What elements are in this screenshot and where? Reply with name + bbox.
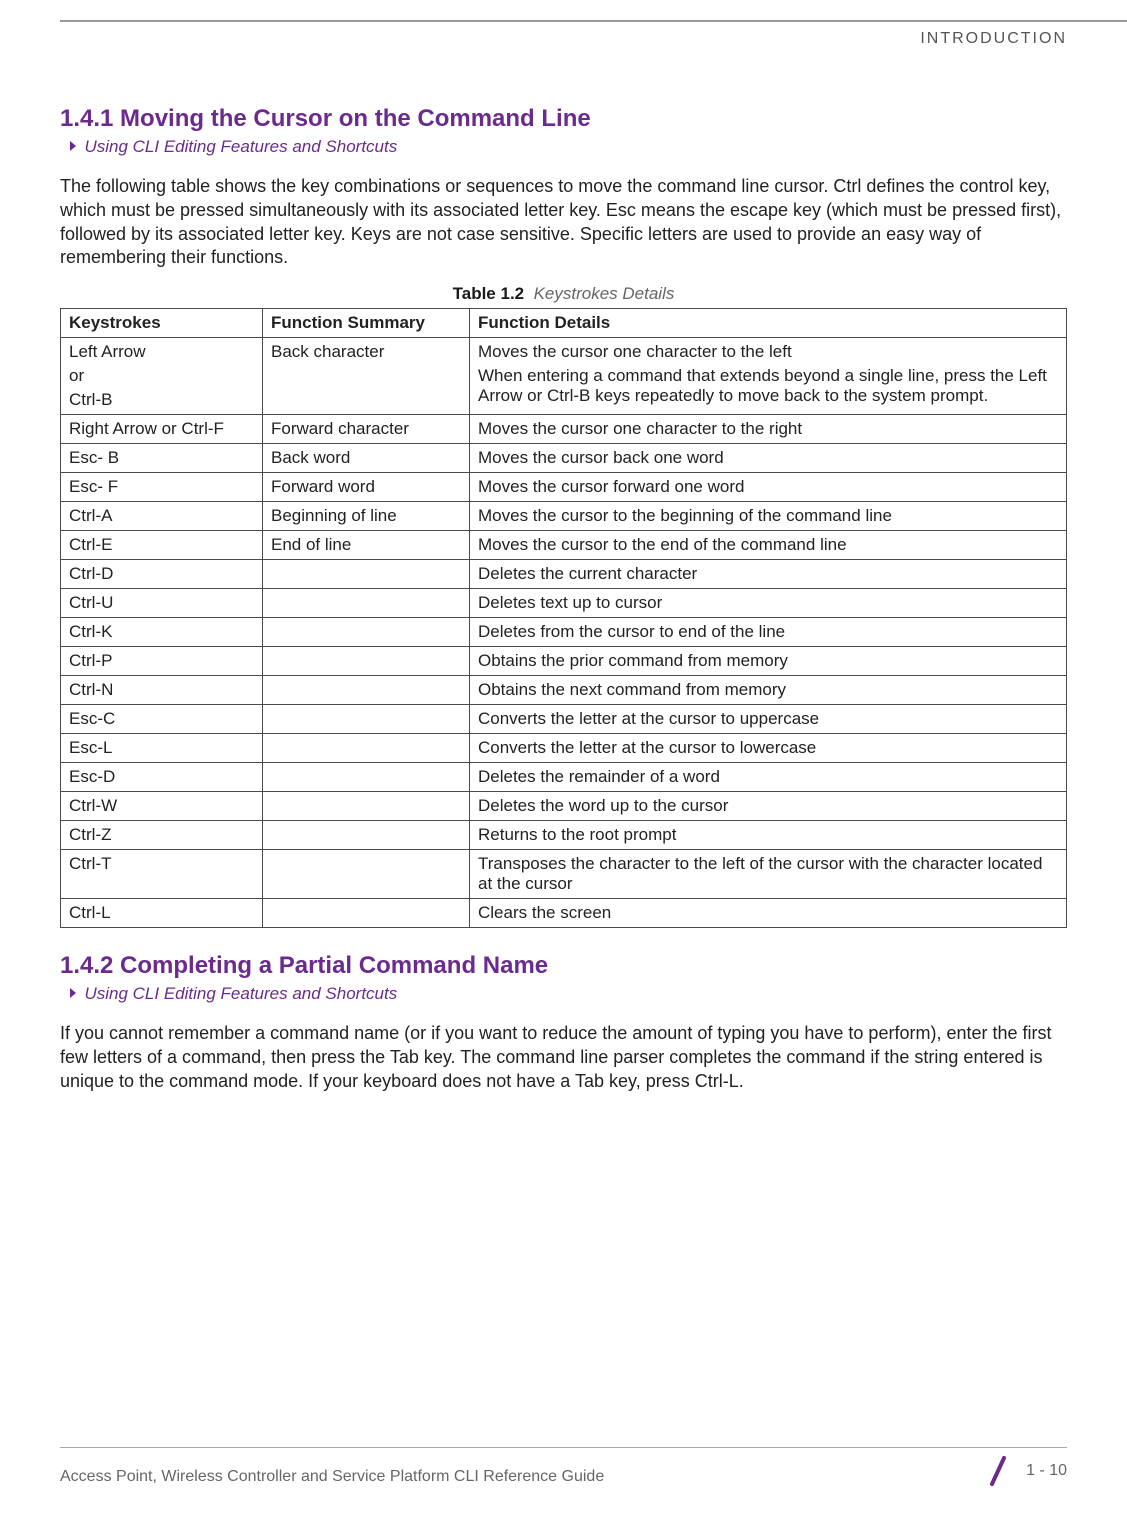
cell-keystrokes: Ctrl-K xyxy=(61,618,263,647)
cell-summary xyxy=(263,763,470,792)
table-caption-title: Keystrokes Details xyxy=(534,284,675,303)
cell-summary xyxy=(263,821,470,850)
cell-summary xyxy=(263,899,470,928)
cell-keystrokes: Ctrl-W xyxy=(61,792,263,821)
cell-details: Moves the cursor to the end of the comma… xyxy=(470,531,1067,560)
cell-summary: Forward word xyxy=(263,473,470,502)
cell-summary xyxy=(263,792,470,821)
table-row: Ctrl-U Deletes text up to cursor xyxy=(61,589,1067,618)
table-row: Ctrl-Z Returns to the root prompt xyxy=(61,821,1067,850)
col-header-summary: Function Summary xyxy=(263,309,470,338)
cell-keystrokes: Esc- F xyxy=(61,473,263,502)
cell-summary xyxy=(263,850,470,899)
cell-details: Deletes the current character xyxy=(470,560,1067,589)
breadcrumb-141: Using CLI Editing Features and Shortcuts xyxy=(70,137,1067,157)
cell-summary xyxy=(263,676,470,705)
col-header-details: Function Details xyxy=(470,309,1067,338)
cell-details: Returns to the root prompt xyxy=(470,821,1067,850)
breadcrumb-text[interactable]: Using CLI Editing Features and Shortcuts xyxy=(84,984,397,1003)
cell-summary xyxy=(263,560,470,589)
cell-keystrokes: Ctrl-A xyxy=(61,502,263,531)
cell-details: Moves the cursor to the beginning of the… xyxy=(470,502,1067,531)
cell-details: Moves the cursor one character to the ri… xyxy=(470,415,1067,444)
table-row: Esc-L Converts the letter at the cursor … xyxy=(61,734,1067,763)
running-header: INTRODUCTION xyxy=(920,30,1067,48)
cell-keystrokes: Ctrl-E xyxy=(61,531,263,560)
cell-keystrokes: Esc-L xyxy=(61,734,263,763)
paragraph-141: The following table shows the key combin… xyxy=(60,175,1067,270)
footer-rule xyxy=(60,1447,1067,1448)
arrow-right-icon xyxy=(70,988,76,998)
cell-keystrokes: Ctrl-P xyxy=(61,647,263,676)
cell-summary: End of line xyxy=(263,531,470,560)
heading-141: 1.4.1 Moving the Cursor on the Command L… xyxy=(60,105,1067,133)
cell-details: Moves the cursor back one word xyxy=(470,444,1067,473)
table-row: Left Arrow or Ctrl-B Back character Move… xyxy=(61,338,1067,415)
cell-keystrokes: Ctrl-T xyxy=(61,850,263,899)
cell-details: Deletes from the cursor to end of the li… xyxy=(470,618,1067,647)
heading-142: 1.4.2 Completing a Partial Command Name xyxy=(60,952,1067,980)
header-rule xyxy=(60,20,1127,22)
document-page: INTRODUCTION 1.4.1 Moving the Cursor on … xyxy=(0,0,1127,1516)
table-row: Ctrl-T Transposes the character to the l… xyxy=(61,850,1067,899)
paragraph-142: If you cannot remember a command name (o… xyxy=(60,1022,1067,1093)
table-row: Esc- F Forward word Moves the cursor for… xyxy=(61,473,1067,502)
table-header-row: Keystrokes Function Summary Function Det… xyxy=(61,309,1067,338)
cell-keystrokes: Ctrl-D xyxy=(61,560,263,589)
cell-summary: Back word xyxy=(263,444,470,473)
cell-summary: Forward character xyxy=(263,415,470,444)
table-row: Esc- B Back word Moves the cursor back o… xyxy=(61,444,1067,473)
arrow-right-icon xyxy=(70,141,76,151)
cell-details: Converts the letter at the cursor to upp… xyxy=(470,705,1067,734)
cell-keystrokes: Ctrl-Z xyxy=(61,821,263,850)
cell-details: Deletes the word up to the cursor xyxy=(470,792,1067,821)
table-caption: Table 1.2 Keystrokes Details xyxy=(60,284,1067,304)
table-row: Ctrl-L Clears the screen xyxy=(61,899,1067,928)
table-row: Ctrl-E End of line Moves the cursor to t… xyxy=(61,531,1067,560)
footer-title: Access Point, Wireless Controller and Se… xyxy=(60,1468,604,1486)
cell-details: Moves the cursor forward one word xyxy=(470,473,1067,502)
table-row: Ctrl-P Obtains the prior command from me… xyxy=(61,647,1067,676)
cell-details: Converts the letter at the cursor to low… xyxy=(470,734,1067,763)
table-row: Ctrl-N Obtains the next command from mem… xyxy=(61,676,1067,705)
table-row: Esc-D Deletes the remainder of a word xyxy=(61,763,1067,792)
col-header-keystrokes: Keystrokes xyxy=(61,309,263,338)
cell-keystrokes: Left Arrow or Ctrl-B xyxy=(61,338,263,415)
table-row: Ctrl-D Deletes the current character xyxy=(61,560,1067,589)
cell-keystrokes: Esc-C xyxy=(61,705,263,734)
keystrokes-table: Keystrokes Function Summary Function Det… xyxy=(60,308,1067,928)
cell-keystrokes: Ctrl-N xyxy=(61,676,263,705)
page-footer: Access Point, Wireless Controller and Se… xyxy=(60,1447,1067,1486)
table-row: Esc-C Converts the letter at the cursor … xyxy=(61,705,1067,734)
cell-details: Deletes the remainder of a word xyxy=(470,763,1067,792)
cell-details: Obtains the prior command from memory xyxy=(470,647,1067,676)
cell-summary xyxy=(263,705,470,734)
cell-details: Transposes the character to the left of … xyxy=(470,850,1067,899)
cell-summary xyxy=(263,589,470,618)
cell-summary xyxy=(263,647,470,676)
main-content: 1.4.1 Moving the Cursor on the Command L… xyxy=(60,105,1067,1093)
cell-summary: Back character xyxy=(263,338,470,415)
cell-keystrokes: Right Arrow or Ctrl-F xyxy=(61,415,263,444)
table-row: Right Arrow or Ctrl-F Forward character … xyxy=(61,415,1067,444)
cell-details: Moves the cursor one character to the le… xyxy=(470,338,1067,415)
cell-summary xyxy=(263,618,470,647)
cell-keystrokes: Esc- B xyxy=(61,444,263,473)
cell-details: Deletes text up to cursor xyxy=(470,589,1067,618)
page-number: 1 - 10 xyxy=(1026,1462,1067,1480)
cell-summary xyxy=(263,734,470,763)
cell-summary: Beginning of line xyxy=(263,502,470,531)
cell-keystrokes: Ctrl-U xyxy=(61,589,263,618)
table-row: Ctrl-W Deletes the word up to the cursor xyxy=(61,792,1067,821)
table-row: Ctrl-K Deletes from the cursor to end of… xyxy=(61,618,1067,647)
breadcrumb-142: Using CLI Editing Features and Shortcuts xyxy=(70,984,1067,1004)
cell-details: Clears the screen xyxy=(470,899,1067,928)
breadcrumb-text[interactable]: Using CLI Editing Features and Shortcuts xyxy=(84,137,397,156)
logo-icon xyxy=(984,1456,1014,1486)
table-caption-number: Table 1.2 xyxy=(453,284,525,303)
cell-details: Obtains the next command from memory xyxy=(470,676,1067,705)
cell-keystrokes: Esc-D xyxy=(61,763,263,792)
cell-keystrokes: Ctrl-L xyxy=(61,899,263,928)
table-row: Ctrl-A Beginning of line Moves the curso… xyxy=(61,502,1067,531)
